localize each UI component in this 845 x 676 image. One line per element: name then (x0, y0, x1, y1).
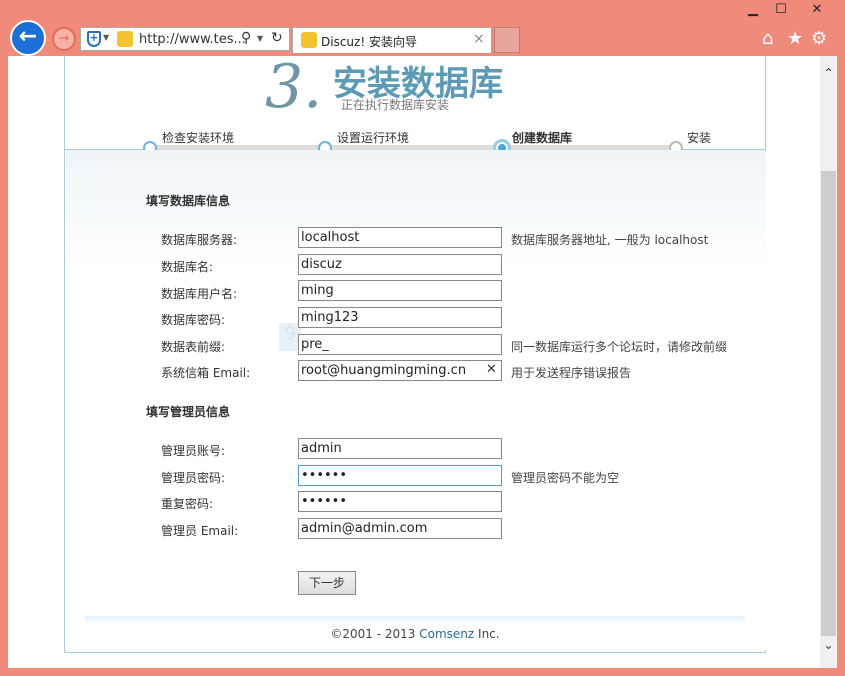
db-password-input[interactable]: ming123 (298, 307, 502, 328)
admin-password-input[interactable]: •••••• (298, 465, 502, 486)
install-form: 9 填写数据库信息 数据库服务器: localhost 数据库服务器地址, 一般… (66, 150, 766, 650)
scroll-thumb[interactable] (821, 171, 836, 636)
page-footer: ©2001 - 2013 Comsenz Inc. (65, 627, 765, 641)
footer-band (85, 616, 745, 624)
address-url[interactable]: http://www.tes... (139, 32, 246, 47)
db-name-input[interactable]: discuz (298, 254, 502, 275)
step-label-3: 创建数据库 (512, 131, 573, 145)
page-viewport: 3. 安装数据库 正在执行数据库安装 检查安装环境 设置运行环境 创建数据库 安… (8, 52, 837, 668)
shield-icon[interactable]: + (87, 31, 101, 47)
db-password-label: 数据库密码: (161, 313, 226, 327)
refresh-icon[interactable]: ↻ (271, 30, 283, 46)
table-prefix-label: 数据表前缀: (161, 340, 226, 354)
admin-account-label: 管理员账号: (161, 444, 226, 458)
page-subtitle: 正在执行数据库安装 (341, 98, 450, 112)
repeat-password-input[interactable]: •••••• (298, 491, 502, 512)
db-user-input[interactable]: ming (298, 280, 502, 301)
back-button[interactable]: ← (10, 20, 46, 56)
admin-account-input[interactable]: admin (298, 438, 502, 459)
close-tab-icon[interactable]: × (473, 31, 485, 47)
footer-suffix: Inc. (474, 627, 500, 641)
admin-password-hint: 管理员密码不能为空 (511, 471, 620, 485)
tab-discuz-install[interactable]: Discuz! 安装向导 × (292, 27, 492, 53)
step-label-1: 检查安装环境 (162, 131, 235, 145)
browser-titlebar: ▁ ☐ ✕ ← → + ▼ http://www.tes... ⚲ ▼ ↻ Di… (0, 0, 845, 56)
install-wizard-panel: 3. 安装数据库 正在执行数据库安装 检查安装环境 设置运行环境 创建数据库 安… (64, 52, 766, 653)
step-label-4: 安装 (687, 131, 712, 145)
vertical-scrollbar[interactable]: ⌃ ⌄ (820, 56, 837, 668)
home-icon[interactable]: ⌂ (762, 28, 773, 49)
scroll-down-icon[interactable]: ⌄ (820, 638, 837, 654)
db-name-label: 数据库名: (161, 260, 214, 274)
footer-copyright: ©2001 - 2013 (330, 627, 420, 641)
system-email-label: 系统信箱 Email: (161, 366, 251, 380)
db-host-input[interactable]: localhost (298, 227, 502, 248)
repeat-password-label: 重复密码: (161, 497, 214, 511)
next-step-button[interactable]: 下一步 (298, 571, 356, 595)
table-prefix-input[interactable]: pre_ (298, 334, 502, 355)
admin-email-input[interactable]: admin@admin.com (298, 518, 502, 539)
close-window-button[interactable]: ✕ (800, 0, 834, 22)
settings-gear-icon[interactable]: ⚙ (811, 28, 827, 49)
db-section-title: 填写数据库信息 (146, 194, 231, 208)
step-label-2: 设置运行环境 (337, 131, 410, 145)
search-dropdown-icon[interactable]: ▼ (257, 34, 263, 43)
new-tab-button[interactable] (494, 27, 520, 53)
tab-favicon-icon (301, 32, 317, 48)
table-prefix-hint: 同一数据库运行多个论坛时，请修改前缀 (511, 340, 728, 354)
db-host-label: 数据库服务器: (161, 233, 238, 247)
site-favicon-icon (117, 31, 133, 47)
clear-input-icon[interactable]: ✕ (486, 362, 497, 377)
admin-section-title: 填写管理员信息 (146, 405, 231, 419)
search-icon[interactable]: ⚲ (241, 30, 251, 46)
chevron-down-icon[interactable]: ▼ (103, 33, 109, 42)
admin-email-label: 管理员 Email: (161, 524, 239, 538)
address-bar[interactable]: + ▼ http://www.tes... ⚲ ▼ ↻ (80, 27, 290, 51)
tab-title: Discuz! 安装向导 (321, 35, 417, 49)
favorites-star-icon[interactable]: ★ (787, 28, 803, 49)
admin-password-label: 管理员密码: (161, 471, 226, 485)
maximize-button[interactable]: ☐ (764, 0, 798, 22)
db-host-hint: 数据库服务器地址, 一般为 localhost (511, 233, 709, 247)
forward-button[interactable]: → (52, 27, 76, 51)
db-user-label: 数据库用户名: (161, 287, 238, 301)
footer-brand-link[interactable]: Comsenz (419, 627, 474, 641)
system-email-input[interactable]: root@huangmingming.cn (298, 360, 502, 381)
step-number: 3. (265, 52, 323, 122)
scroll-up-icon[interactable]: ⌃ (820, 66, 837, 82)
system-email-hint: 用于发送程序错误报告 (511, 366, 632, 380)
